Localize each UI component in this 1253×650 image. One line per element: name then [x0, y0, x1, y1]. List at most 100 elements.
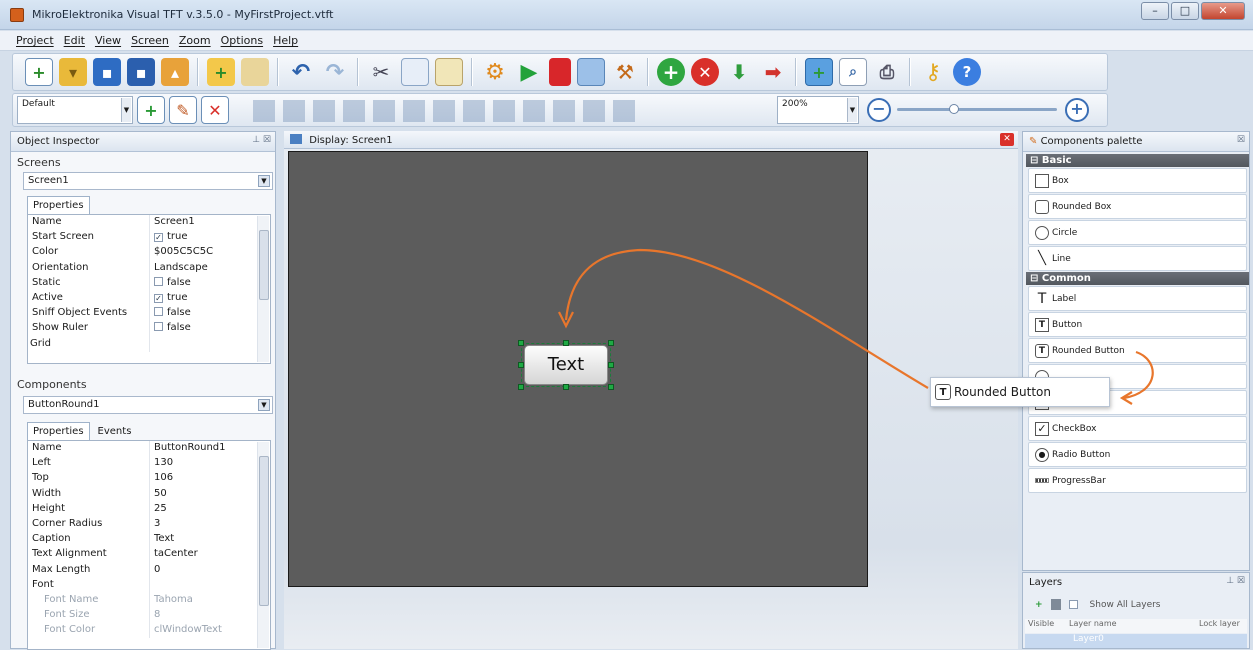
- property-row[interactable]: Orientation Landscape: [28, 260, 270, 276]
- zoom-slider-thumb[interactable]: [949, 104, 959, 114]
- resize-handle[interactable]: [608, 340, 614, 346]
- checkbox[interactable]: [154, 307, 163, 317]
- maximize-button[interactable]: □: [1171, 2, 1199, 20]
- copy-icon[interactable]: [401, 58, 429, 86]
- property-row[interactable]: Top 106: [28, 471, 270, 487]
- close-project-icon[interactable]: ▴: [161, 58, 189, 86]
- tab-events[interactable]: Events: [92, 422, 138, 440]
- property-row[interactable]: Corner Radius 3: [28, 516, 270, 533]
- new-style-icon[interactable]: +: [137, 96, 165, 124]
- save-icon[interactable]: ▪: [93, 58, 121, 86]
- delete-style-icon[interactable]: ✕: [201, 96, 229, 124]
- property-row[interactable]: Width 50: [28, 486, 270, 502]
- property-value[interactable]: ✓ true: [150, 291, 188, 306]
- redo-icon[interactable]: ↷: [321, 58, 349, 86]
- property-value[interactable]: ✓ true: [150, 230, 188, 245]
- export-screen-icon[interactable]: ➡: [759, 58, 787, 86]
- resize-handle[interactable]: [518, 340, 524, 346]
- zoom-in-icon[interactable]: +: [1065, 98, 1089, 122]
- property-value[interactable]: 25: [150, 502, 167, 517]
- rounded-button-component[interactable]: Text: [524, 345, 608, 385]
- close-icon[interactable]: ✕: [1000, 133, 1014, 146]
- property-value[interactable]: 8: [150, 608, 160, 623]
- undo-icon[interactable]: ↶: [287, 58, 315, 86]
- checkbox[interactable]: ✓: [154, 293, 163, 303]
- component-select[interactable]: ButtonRound1 ▼: [23, 396, 273, 414]
- property-row[interactable]: Max Length 0: [28, 562, 270, 578]
- resize-handle[interactable]: [563, 384, 569, 390]
- property-value[interactable]: Tahoma: [150, 593, 193, 608]
- print-icon[interactable]: ⎙: [873, 58, 901, 86]
- property-value[interactable]: clWindowText: [150, 623, 222, 638]
- palette-item-radio-button[interactable]: ● Radio Button: [1028, 442, 1247, 467]
- menu-options[interactable]: Options: [221, 34, 263, 47]
- close-button[interactable]: ✕: [1201, 2, 1245, 20]
- property-row[interactable]: Font Name Tahoma: [28, 592, 270, 609]
- open-project-icon[interactable]: ▾: [59, 58, 87, 86]
- property-row[interactable]: Start Screen ✓ true: [28, 230, 270, 246]
- property-value[interactable]: false: [150, 306, 191, 321]
- property-row[interactable]: Grid: [28, 336, 270, 352]
- checkbox[interactable]: ✓: [154, 233, 163, 243]
- property-value[interactable]: $005C5C5C: [150, 245, 213, 260]
- palette-item-rounded-button[interactable]: T Rounded Button: [1028, 338, 1247, 363]
- menu-zoom[interactable]: Zoom: [179, 34, 211, 47]
- property-value[interactable]: Landscape: [150, 261, 208, 276]
- property-value[interactable]: 0: [150, 563, 160, 578]
- sd-card-icon[interactable]: [549, 58, 571, 86]
- menu-screen[interactable]: Screen: [131, 34, 169, 47]
- palette-item-circle[interactable]: Circle: [1028, 220, 1247, 245]
- property-value[interactable]: [150, 337, 154, 352]
- property-value[interactable]: [150, 578, 154, 593]
- resize-handle[interactable]: [608, 362, 614, 368]
- remove-file-icon[interactable]: [241, 58, 269, 86]
- property-row[interactable]: Show Ruler false: [28, 321, 270, 337]
- property-value[interactable]: taCenter: [150, 547, 198, 562]
- checkbox[interactable]: [154, 322, 163, 332]
- palette-section-common[interactable]: ⊟ Common: [1026, 272, 1249, 285]
- property-row[interactable]: Active ✓ true: [28, 290, 270, 307]
- export-icon[interactable]: [577, 58, 605, 86]
- property-value[interactable]: 130: [150, 456, 173, 471]
- property-value[interactable]: Screen1: [150, 215, 195, 230]
- pin-icon[interactable]: ⊥ ☒: [1226, 576, 1245, 586]
- resize-handle[interactable]: [518, 384, 524, 390]
- property-value[interactable]: ButtonRound1: [150, 441, 226, 456]
- show-all-layers-checkbox[interactable]: [1068, 600, 1078, 609]
- resize-handle[interactable]: [608, 384, 614, 390]
- property-value[interactable]: Text: [150, 532, 174, 547]
- menu-view[interactable]: View: [95, 34, 121, 47]
- add-layer-icon[interactable]: +: [1035, 600, 1043, 610]
- tab-properties[interactable]: Properties: [27, 196, 90, 214]
- property-value[interactable]: false: [150, 276, 191, 291]
- preview-icon[interactable]: ⌕: [839, 58, 867, 86]
- palette-item-rounded-box[interactable]: Rounded Box: [1028, 194, 1247, 219]
- add-file-icon[interactable]: +: [207, 58, 235, 86]
- property-row[interactable]: Font Color clWindowText: [28, 623, 270, 639]
- save-as-icon[interactable]: ▪: [127, 58, 155, 86]
- import-icon[interactable]: ⬇: [725, 58, 753, 86]
- resize-handle[interactable]: [563, 340, 569, 346]
- zoom-out-icon[interactable]: −: [867, 98, 891, 122]
- paste-icon[interactable]: [435, 58, 463, 86]
- property-value[interactable]: false: [150, 321, 191, 336]
- image-icon[interactable]: +: [805, 58, 833, 86]
- property-row[interactable]: Static false: [28, 275, 270, 291]
- property-row[interactable]: Font Size 8: [28, 608, 270, 624]
- add-screen-icon[interactable]: +: [657, 58, 685, 86]
- layer-row[interactable]: Layer0: [1025, 634, 1247, 648]
- scrollbar[interactable]: [257, 216, 269, 362]
- property-row[interactable]: Color $005C5C5C: [28, 245, 270, 261]
- palette-section-basic[interactable]: ⊟ Basic: [1026, 154, 1249, 167]
- property-value[interactable]: 50: [150, 487, 167, 502]
- run-icon[interactable]: ▶: [515, 58, 543, 86]
- remove-screen-icon[interactable]: ✕: [691, 58, 719, 86]
- property-value[interactable]: 3: [150, 517, 160, 532]
- palette-item-checkbox[interactable]: ✓ CheckBox: [1028, 416, 1247, 441]
- key-icon[interactable]: ⚷: [919, 58, 947, 86]
- edit-style-icon[interactable]: ✎: [169, 96, 197, 124]
- style-combo[interactable]: Default ▼: [17, 96, 133, 124]
- pin-icon[interactable]: ⊥ ☒: [252, 135, 271, 145]
- palette-item-box[interactable]: Box: [1028, 168, 1247, 193]
- property-row[interactable]: Font: [28, 577, 270, 593]
